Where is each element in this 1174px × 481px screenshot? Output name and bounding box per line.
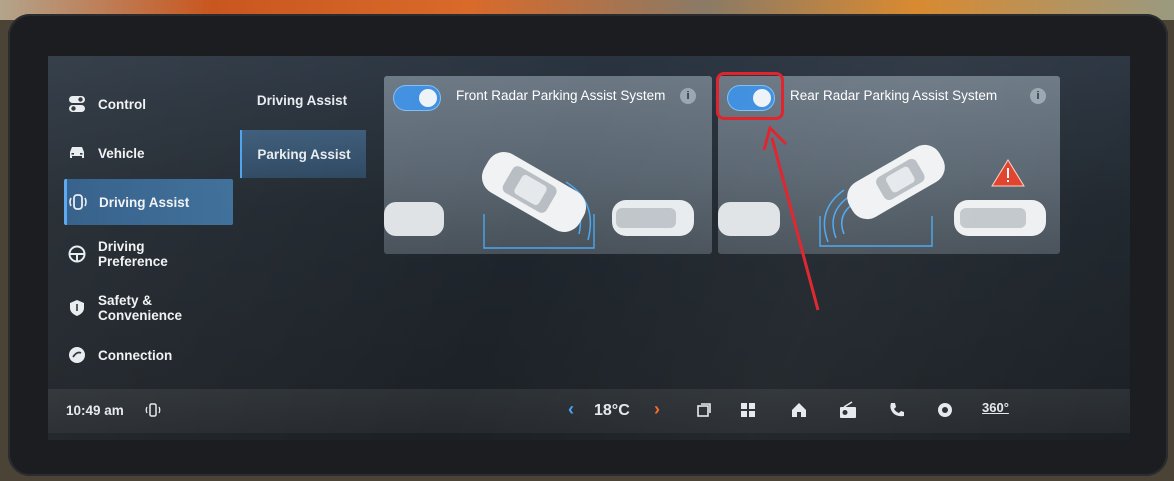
car-icon [66,142,88,164]
sidebar-item-control[interactable]: Control [66,81,232,127]
apps-grid-icon[interactable] [740,402,756,418]
steering-wheel-icon [66,243,88,265]
sidebar-item-vehicle[interactable]: Vehicle [66,130,232,176]
multi-window-icon[interactable] [696,402,712,418]
rear-radar-title: Rear Radar Parking Assist System [790,88,998,103]
front-parking-illustration [384,152,694,249]
temperature: 18°C [594,402,630,419]
subnav-label: Parking Assist [257,146,351,162]
warning-icon [991,159,1025,187]
subnav-label: Driving Assist [256,92,348,108]
sidebar-item-label-line1: Driving [98,239,145,254]
sidebar-item-label: Control [98,96,146,112]
camera-360-icon[interactable]: 360° [982,400,1009,415]
sidebar-item-connection[interactable]: Connection [66,332,232,378]
sidebar-item-safety-convenience[interactable]: Safety & Convenience [66,285,232,331]
status-bar: 10:49 am ‹ 18°C › 360° [48,389,1130,433]
info-icon[interactable]: i [1030,88,1046,104]
annotation-arrow [762,125,820,311]
settings-sidebar: Control Vehicle Driving Assist Driving P… [48,56,234,386]
phone-connected-icon [144,402,162,418]
sidebar-item-label-line2: Convenience [98,308,183,323]
sidebar-item-label: Vehicle [98,145,145,161]
sidebar-item-label-line2: Preference [98,254,168,269]
temp-up-chevron-icon[interactable]: › [654,399,660,420]
sidebar-item-driving-preference[interactable]: Driving Preference [66,231,232,277]
phone-icon[interactable] [888,401,906,419]
shield-icon [66,297,88,319]
connection-icon [66,344,88,366]
subnav-parking-assist[interactable]: Parking Assist [240,130,366,178]
settings-icon[interactable] [936,401,954,419]
sidebar-item-label: Connection [98,347,173,363]
toggle-switches-icon [66,93,88,115]
front-radar-card: Front Radar Parking Assist System i [384,76,712,254]
sidebar-item-driving-assist[interactable]: Driving Assist [64,179,233,225]
sidebar-item-label: Driving Assist [99,194,190,210]
driving-assist-icon [67,191,89,213]
media-icon[interactable] [838,401,858,419]
temp-down-chevron-icon[interactable]: ‹ [568,399,574,420]
subnav-driving-assist[interactable]: Driving Assist [240,76,364,124]
sidebar-item-label-line1: Safety & [98,293,153,308]
clock: 10:49 am [66,403,124,418]
front-radar-title: Front Radar Parking Assist System [456,88,666,103]
info-icon[interactable]: i [680,88,696,104]
home-icon[interactable] [790,401,808,419]
front-radar-toggle[interactable] [394,86,440,110]
infotainment-screen: Control Vehicle Driving Assist Driving P… [48,56,1130,440]
annotation-highlight-box [716,72,784,120]
